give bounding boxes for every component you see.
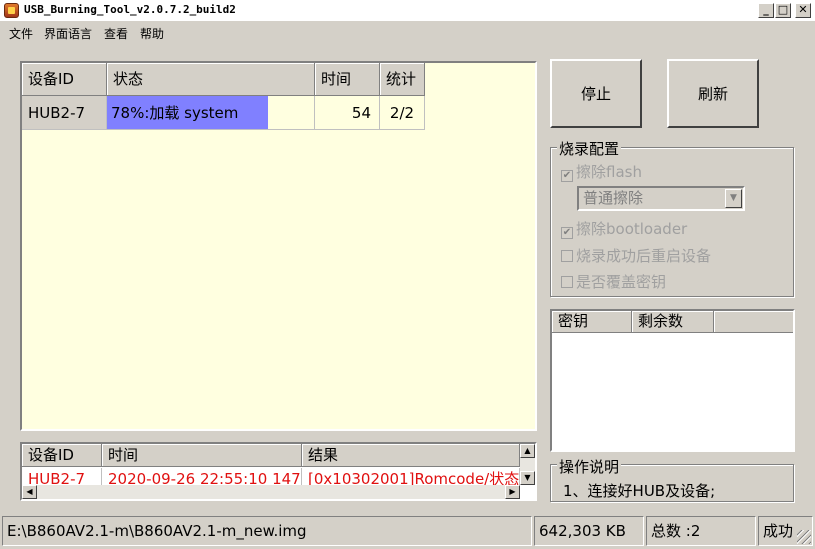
erase-mode-value: 普通擦除 — [583, 189, 644, 207]
menu-language[interactable]: 界面语言 — [44, 25, 92, 42]
title-bar: USB_Burning_Tool_v2.0.7.2_build2 _ □ ✕ — [0, 0, 815, 22]
checkmark-icon: ✔ — [561, 170, 573, 182]
checkbox-empty — [561, 250, 573, 262]
log-list[interactable]: 设备ID 时间 结果 HUB2-7 2020-09-26 22:55:10 14… — [20, 442, 537, 501]
device-list[interactable]: 设备ID 状态 时间 统计 HUB2-7 78%:加载 system 54 2/… — [20, 61, 537, 431]
status-total: 总数 :2 — [646, 516, 756, 546]
overwrite-key-checkbox[interactable]: 是否覆盖密钥 — [561, 271, 666, 292]
status-cell[interactable]: 78%:加载 system — [107, 96, 315, 130]
scroll-right-icon[interactable]: ▶ — [505, 485, 520, 499]
column-header-empty — [714, 311, 793, 333]
burn-config-title: 烧录配置 — [557, 138, 622, 159]
refresh-button[interactable]: 刷新 — [667, 59, 759, 128]
column-header-device-id[interactable]: 设备ID — [22, 63, 107, 96]
column-header-log-device-id[interactable]: 设备ID — [22, 444, 102, 467]
maximize-button[interactable]: □ — [775, 3, 791, 18]
erase-mode-select[interactable]: 普通擦除 ▼ — [577, 186, 745, 211]
chevron-down-icon[interactable]: ▼ — [725, 189, 742, 208]
status-text: 78%:加载 system — [111, 104, 239, 122]
horizontal-scrollbar[interactable] — [22, 485, 520, 499]
minimize-button[interactable]: _ — [758, 3, 774, 18]
status-path: E:\B860AV2.1-m\B860AV2.1-m_new.img — [2, 516, 532, 546]
erase-bootloader-checkbox[interactable]: ✔ 擦除bootloader — [561, 218, 687, 239]
column-header-remaining[interactable]: 剩余数 — [632, 311, 714, 333]
menu-bar: 文件 界面语言 查看 帮助 — [0, 22, 815, 42]
instructions-title: 操作说明 — [557, 456, 622, 477]
scroll-up-icon[interactable]: ▲ — [520, 444, 535, 458]
column-header-status[interactable]: 状态 — [107, 63, 315, 96]
stop-button[interactable]: 停止 — [550, 59, 642, 128]
column-header-count[interactable]: 统计 — [380, 63, 425, 96]
column-header-log-time[interactable]: 时间 — [102, 444, 302, 467]
device-id-cell[interactable]: HUB2-7 — [22, 96, 107, 130]
status-result: 成功 — [758, 516, 813, 546]
time-cell: 54 — [315, 96, 380, 130]
instructions-text: 1、连接好HUB及设备; — [563, 482, 716, 500]
column-header-log-result[interactable]: 结果 — [302, 444, 520, 467]
erase-flash-checkbox[interactable]: ✔ 擦除flash — [561, 161, 642, 182]
app-icon[interactable] — [4, 3, 19, 18]
key-list[interactable]: 密钥 剩余数 — [550, 309, 795, 452]
reboot-after-checkbox[interactable]: 烧录成功后重启设备 — [561, 245, 711, 266]
column-header-time[interactable]: 时间 — [315, 63, 380, 96]
resize-grip-icon[interactable] — [797, 530, 811, 544]
scroll-down-icon[interactable]: ▼ — [520, 471, 535, 485]
checkbox-empty — [561, 276, 573, 288]
column-header-key[interactable]: 密钥 — [552, 311, 632, 333]
menu-view[interactable]: 查看 — [104, 25, 128, 42]
count-cell: 2/2 — [380, 96, 425, 130]
scroll-left-icon[interactable]: ◀ — [22, 485, 37, 499]
status-size: 642,303 KB — [534, 516, 644, 546]
status-result-text: 成功 — [763, 522, 794, 540]
close-button[interactable]: ✕ — [795, 3, 811, 18]
window-title: USB_Burning_Tool_v2.0.7.2_build2 — [24, 3, 236, 16]
menu-file[interactable]: 文件 — [9, 25, 33, 42]
checkmark-icon: ✔ — [561, 227, 573, 239]
menu-help[interactable]: 帮助 — [140, 25, 164, 42]
